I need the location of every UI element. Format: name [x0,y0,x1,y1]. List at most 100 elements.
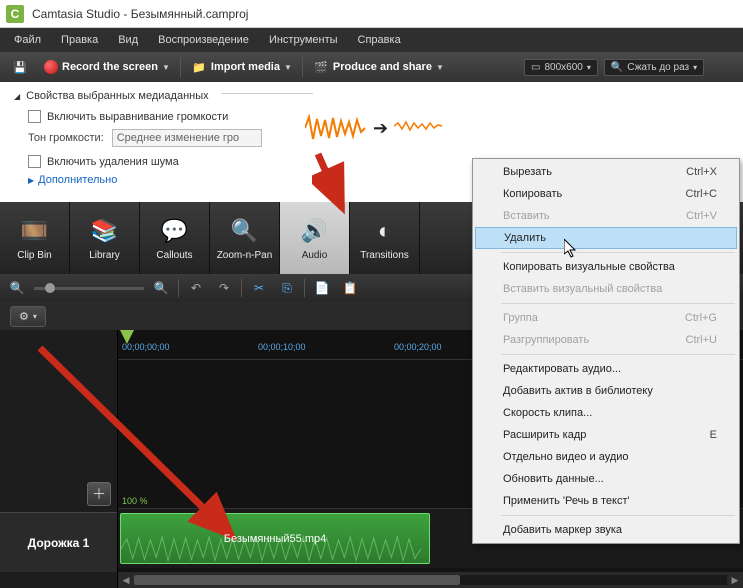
magnifier-icon: 🔍 [611,62,623,73]
clip[interactable]: Безымянный55.mp4 [120,513,430,564]
menu-item[interactable]: Применить 'Речь в текст' [475,490,737,512]
menu-item[interactable]: Обновить данные... [475,468,737,490]
tab-transitions[interactable]: ◐ Transitions [350,202,420,274]
library-icon: 📚 [90,216,120,246]
copy-button[interactable]: 📄 [311,278,333,298]
menu-item: Вставить визуальный свойства [475,278,737,300]
menu-item-label: Вырезать [503,166,552,178]
context-menu: ВырезатьCtrl+XКопироватьCtrl+CВставитьCt… [472,158,740,544]
separator [304,279,305,297]
dropdown-icon: ▼ [284,63,292,72]
app-icon: C [6,5,24,23]
menu-separator [501,354,735,355]
menu-item[interactable]: Добавить маркер звука [475,519,737,541]
produce-icon: 🎬 [313,59,329,75]
timecode: 00;00;00;00 [122,342,170,352]
add-track-button[interactable]: ＋ [87,482,111,506]
titlebar: C Camtasia Studio - Безымянный.camproj [0,0,743,28]
menu-item-shortcut: Ctrl+V [686,210,717,222]
menu-item-shortcut: Ctrl+C [686,188,717,200]
zoom-out-button[interactable]: 🔍 [6,278,28,298]
scroll-thumb[interactable] [134,575,460,585]
menu-item-label: Вставить визуальный свойства [503,283,662,295]
dropdown-icon: ▼ [436,63,444,72]
track-options-button[interactable]: ⚙ ▾ [10,306,46,327]
undo-button[interactable]: ↶ [185,278,207,298]
scroll-right-icon[interactable]: ▶ [727,572,743,588]
menu-item[interactable]: Редактировать аудио... [475,358,737,380]
produce-button[interactable]: 🎬 Produce and share ▼ [307,56,450,78]
menu-item: ВставитьCtrl+V [475,205,737,227]
props-header: ◢ Свойства выбранных медиаданных [14,90,729,102]
collapse-icon[interactable]: ◢ [14,92,20,101]
menu-item-label: Скорость клипа... [503,407,592,419]
clip-name: Безымянный55.mp4 [224,533,326,545]
scroll-track[interactable] [134,575,727,585]
menu-item[interactable]: Добавить актив в библиотеку [475,380,737,402]
tone-select[interactable]: Среднее изменение гро [112,129,262,147]
menu-item[interactable]: Скорость клипа... [475,402,737,424]
tab-zoom[interactable]: 🔍 Zoom-n-Pan [210,202,280,274]
menu-file[interactable]: Файл [4,30,51,50]
menu-item[interactable]: КопироватьCtrl+C [475,183,737,205]
timecode: 00;00;10;00 [258,342,306,352]
wave-small-icon [394,117,442,140]
slider-thumb[interactable] [45,283,55,293]
scroll-left-icon[interactable]: ◀ [118,572,134,588]
menu-playback[interactable]: Воспроизведение [148,30,259,50]
menu-item-shortcut: E [710,429,717,441]
redo-button[interactable]: ↷ [213,278,235,298]
menu-tools[interactable]: Инструменты [259,30,348,50]
menu-item: РазгруппироватьCtrl+U [475,329,737,351]
menu-item-shortcut: Ctrl+U [686,334,717,346]
menu-item-label: Копировать визуальные свойства [503,261,675,273]
separator [178,279,179,297]
tab-clip-bin[interactable]: 🎞️ Clip Bin [0,202,70,274]
percent-label: 100 % [122,496,148,506]
track-label[interactable]: Дорожка 1 [0,512,117,572]
menu-item-label: Группа [503,312,538,324]
noise-checkbox[interactable] [28,155,41,168]
menu-item[interactable]: Удалить [475,227,737,249]
menu-item[interactable]: Копировать визуальные свойства [475,256,737,278]
paste-button[interactable]: 📋 [339,278,361,298]
tab-label: Library [89,250,120,261]
props-title: Свойства выбранных медиаданных [26,90,208,102]
tab-label: Audio [302,250,328,261]
tab-audio[interactable]: 🔊 Audio [280,202,350,274]
tab-label: Transitions [360,250,409,261]
dimensions-select[interactable]: ▭ 800x600 ▾ [524,59,598,76]
cut-button[interactable]: ✂ [248,278,270,298]
record-icon [44,60,58,74]
dropdown-icon: ▼ [162,63,170,72]
shrink-button[interactable]: 🔍 Сжать до раз ▾ [604,59,704,76]
tab-label: Callouts [156,250,192,261]
menu-separator [501,252,735,253]
audio-icon: 🔊 [300,216,330,246]
zoom-in-button[interactable]: 🔍 [150,278,172,298]
timeline-scrollbar[interactable]: ◀ ▶ [118,572,743,588]
menu-item-label: Добавить актив в библиотеку [503,385,653,397]
import-button[interactable]: 📁 Import media ▼ [185,56,298,78]
zoom-icon: 🔍 [230,216,260,246]
menu-item[interactable]: Отдельно видео и аудио [475,446,737,468]
menu-item[interactable]: Расширить кадрE [475,424,737,446]
split-button[interactable]: ⎘ [276,278,298,298]
arrow-right-icon: ➔ [373,118,388,139]
dropdown-icon: ▾ [33,312,37,321]
menu-edit[interactable]: Правка [51,30,108,50]
zoom-slider[interactable] [34,287,144,290]
menu-view[interactable]: Вид [108,30,148,50]
shrink-label: Сжать до раз [627,62,689,73]
produce-label: Produce and share [333,61,432,73]
clip-bin-icon: 🎞️ [20,216,50,246]
save-button[interactable]: 💾 [6,56,34,78]
tab-library[interactable]: 📚 Library [70,202,140,274]
record-button[interactable]: Record the screen ▼ [38,57,176,77]
menu-item[interactable]: ВырезатьCtrl+X [475,161,737,183]
volume-align-checkbox[interactable] [28,110,41,123]
preview-toolbar: ▭ 800x600 ▾ 🔍 Сжать до раз ▾ [518,52,743,82]
menu-item-shortcut: Ctrl+G [685,312,717,324]
menu-help[interactable]: Справка [348,30,411,50]
tab-callouts[interactable]: 💬 Callouts [140,202,210,274]
